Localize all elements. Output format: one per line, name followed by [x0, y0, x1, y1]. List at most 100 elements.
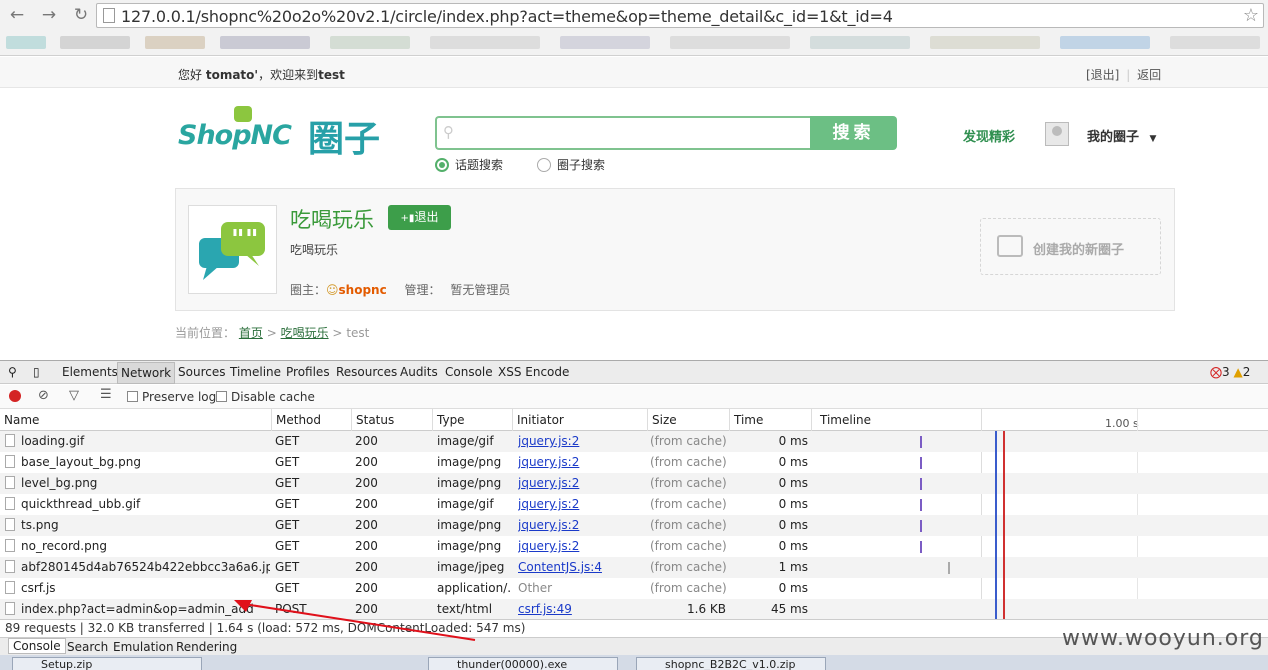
avatar[interactable]: [1045, 122, 1069, 146]
table-row[interactable]: ts.png GET 200 image/png jquery.js:2 (from ca…: [0, 515, 1268, 536]
file-icon: [5, 476, 15, 489]
col-name[interactable]: Name: [0, 409, 272, 431]
domcontentloaded-line: [995, 431, 997, 620]
radio-circle-search[interactable]: 圈子搜索: [537, 156, 605, 173]
site-logo[interactable]: ShopNC 圈子: [178, 106, 398, 160]
tab-xss-encode[interactable]: XSS Encode: [498, 365, 569, 379]
table-row[interactable]: csrf.js GET 200 application/... Other (from c…: [0, 578, 1268, 599]
browser-toolbar: ← → ↻ 127.0.0.1/shopnc%20o2o%20v2.1/circ…: [0, 0, 1268, 56]
cell-name[interactable]: no_record.png: [5, 536, 270, 557]
cell-status: 200: [355, 455, 378, 469]
tab-sources[interactable]: Sources: [178, 365, 225, 379]
create-circle-icon: [997, 235, 1023, 257]
radio-checked-icon[interactable]: [435, 157, 449, 172]
col-timeline[interactable]: Timeline: [816, 409, 976, 431]
drawer-tab-emulation[interactable]: Emulation: [113, 640, 174, 654]
cell-initiator[interactable]: jquery.js:2: [518, 494, 643, 515]
cell-initiator[interactable]: jquery.js:2: [518, 536, 643, 557]
cell-initiator[interactable]: jquery.js:2: [518, 431, 643, 452]
timeline-bar: [948, 562, 950, 574]
cell-initiator[interactable]: jquery.js:2: [518, 515, 643, 536]
download-item[interactable]: thunder(00000).exe: [428, 657, 618, 670]
logout-link[interactable]: [退出]: [1086, 68, 1119, 82]
cell-method: GET: [275, 476, 300, 490]
address-bar[interactable]: 127.0.0.1/shopnc%20o2o%20v2.1/circle/ind…: [96, 3, 1264, 28]
filter-icon[interactable]: ▽: [69, 388, 79, 403]
tab-audits[interactable]: Audits: [400, 365, 438, 379]
drawer-tab-rendering[interactable]: Rendering: [176, 640, 237, 654]
preserve-log-checkbox[interactable]: Preserve log: [127, 390, 216, 404]
disable-cache-checkbox[interactable]: Disable cache: [216, 390, 315, 404]
col-status[interactable]: Status: [352, 409, 433, 431]
drawer-tab-search[interactable]: Search: [67, 640, 108, 654]
cell-initiator[interactable]: Other: [518, 578, 643, 599]
cell-time: 1 ms: [778, 560, 808, 574]
device-icon[interactable]: ▯: [33, 365, 40, 379]
radio-topic-label: 话题搜索: [455, 158, 504, 172]
error-count[interactable]: ⨂3 ▲2: [1210, 365, 1250, 379]
table-row[interactable]: index.php?act=admin&op=admin_add POST 200 t…: [0, 599, 1268, 620]
tab-elements[interactable]: Elements: [62, 365, 118, 379]
cell-initiator[interactable]: ContentJS.js:4: [518, 557, 643, 578]
timeline-bar: [920, 478, 922, 490]
search-button[interactable]: 搜索: [810, 116, 897, 150]
tab-resources[interactable]: Resources: [336, 365, 397, 379]
clear-icon[interactable]: ⊘: [38, 388, 49, 403]
list-view-icon[interactable]: ☰: [100, 387, 112, 402]
table-row[interactable]: base_layout_bg.png GET 200 image/png jquery.…: [0, 452, 1268, 473]
cell-name[interactable]: abf280145d4ab76524b422ebbcc3a6a6.jpg: [5, 557, 270, 578]
cell-initiator[interactable]: jquery.js:2: [518, 452, 643, 473]
cell-name[interactable]: ts.png: [5, 515, 270, 536]
exit-circle-button[interactable]: +▮退出: [388, 205, 451, 230]
table-row[interactable]: loading.gif GET 200 image/gif jquery.js:2 (fr…: [0, 431, 1268, 452]
owner-name[interactable]: shopnc: [339, 283, 387, 297]
table-row[interactable]: abf280145d4ab76524b422ebbcc3a6a6.jpg GET 2…: [0, 557, 1268, 578]
my-circle-menu[interactable]: 我的圈子 ▼: [1087, 126, 1156, 145]
cell-name[interactable]: quickthread_ubb.gif: [5, 494, 270, 515]
devtools-panel: ⚲ ▯ Elements Network Sources Timeline Pr…: [0, 360, 1268, 670]
record-icon[interactable]: [9, 390, 21, 402]
url-text[interactable]: 127.0.0.1/shopnc%20o2o%20v2.1/circle/ind…: [121, 7, 893, 26]
col-size[interactable]: Size: [648, 409, 730, 431]
search-input[interactable]: ⚲: [435, 116, 811, 150]
breadcrumb-circle[interactable]: 吃喝玩乐: [281, 326, 329, 340]
discover-link[interactable]: 发现精彩: [963, 126, 1015, 145]
forward-arrow-icon[interactable]: →: [38, 4, 60, 26]
col-method[interactable]: Method: [272, 409, 352, 431]
radio-topic-search[interactable]: 话题搜索: [435, 156, 503, 173]
inspect-icon[interactable]: ⚲: [8, 365, 17, 379]
circle-name[interactable]: 吃喝玩乐: [290, 204, 374, 234]
tab-timeline[interactable]: Timeline: [230, 365, 281, 379]
breadcrumb-home[interactable]: 首页: [239, 326, 263, 340]
cell-initiator[interactable]: jquery.js:2: [518, 473, 643, 494]
cell-name[interactable]: loading.gif: [5, 431, 270, 452]
col-type[interactable]: Type: [433, 409, 513, 431]
request-name: base_layout_bg.png: [21, 455, 141, 469]
download-item[interactable]: Setup.zip: [12, 657, 202, 670]
tab-console[interactable]: Console: [445, 365, 493, 379]
reload-icon[interactable]: ↻: [70, 4, 92, 26]
drawer-tab-console[interactable]: Console: [8, 638, 66, 654]
cell-initiator[interactable]: csrf.js:49: [518, 599, 643, 620]
tab-network[interactable]: Network: [117, 362, 176, 384]
col-initiator[interactable]: Initiator: [513, 409, 648, 431]
bookmark-star-icon[interactable]: ☆: [1243, 5, 1259, 26]
download-item[interactable]: shopnc_B2B2C_v1.0.zip: [636, 657, 826, 670]
tab-profiles[interactable]: Profiles: [286, 365, 330, 379]
col-time[interactable]: Time: [730, 409, 812, 431]
file-icon: [5, 497, 15, 510]
table-row[interactable]: no_record.png GET 200 image/png jquery.js:2 (…: [0, 536, 1268, 557]
cell-name[interactable]: level_bg.png: [5, 473, 270, 494]
cell-name[interactable]: base_layout_bg.png: [5, 452, 270, 473]
radio-unchecked-icon[interactable]: [537, 157, 551, 172]
table-row[interactable]: quickthread_ubb.gif GET 200 image/gif jquery…: [0, 494, 1268, 515]
cell-size: (from cache): [650, 539, 726, 553]
table-row[interactable]: level_bg.png GET 200 image/png jquery.js:2 (f…: [0, 473, 1268, 494]
network-toolbar: ⊘ ▽ ☰ Preserve log Disable cache: [0, 385, 1268, 409]
breadcrumb: 当前位置： 首页 > 吃喝玩乐 > test: [175, 324, 369, 341]
warning-count-value: 2: [1242, 365, 1251, 379]
back-arrow-icon[interactable]: ←: [6, 4, 28, 26]
create-circle-button[interactable]: 创建我的新圈子: [980, 218, 1161, 275]
back-link[interactable]: 返回: [1137, 68, 1161, 82]
cell-time: 0 ms: [778, 476, 808, 490]
